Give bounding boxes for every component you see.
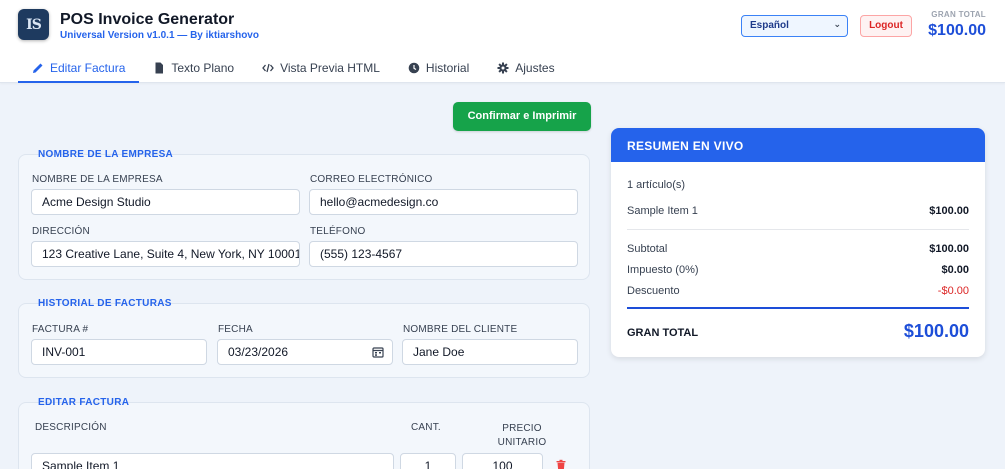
company-name-input[interactable]: Acme Design Studio bbox=[31, 189, 300, 215]
date-input[interactable]: 03/23/2026 bbox=[217, 339, 393, 365]
tab-ajustes[interactable]: Ajustes bbox=[483, 58, 568, 83]
app-subtitle: Universal Version v1.0.1 — By iktiarshov… bbox=[60, 30, 259, 41]
tab-label: Ajustes bbox=[515, 61, 555, 75]
header-grand-total-value: $100.00 bbox=[928, 22, 986, 39]
phone-input[interactable]: (555) 123-4567 bbox=[309, 241, 578, 267]
date-label: FECHA bbox=[218, 324, 253, 335]
discount-value: -$0.00 bbox=[937, 285, 969, 297]
pencil-icon bbox=[33, 63, 43, 73]
document-icon bbox=[155, 62, 164, 74]
tab-vista-previa-html[interactable]: Vista Previa HTML bbox=[248, 58, 394, 83]
summary-total-divider bbox=[627, 307, 969, 309]
col-qty-header: CANT. bbox=[411, 422, 441, 433]
chevron-down-icon: ⌄ bbox=[833, 19, 841, 29]
email-input[interactable]: hello@acmedesign.co bbox=[309, 189, 578, 215]
logo-text: IS bbox=[26, 16, 42, 33]
client-name-label: NOMBRE DEL CLIENTE bbox=[403, 324, 518, 335]
company-section: NOMBRE DE LA EMPRESA NOMBRE DE LA EMPRES… bbox=[18, 149, 590, 280]
invoice-number-input[interactable]: INV-001 bbox=[31, 339, 207, 365]
tab-label: Texto Plano bbox=[171, 61, 235, 75]
client-name-input[interactable]: Jane Doe bbox=[402, 339, 578, 365]
tab-editar-factura[interactable]: Editar Factura bbox=[18, 58, 140, 83]
item-description-input[interactable]: Sample Item 1 bbox=[31, 453, 394, 469]
tab-label: Vista Previa HTML bbox=[280, 61, 380, 75]
tax-value: $0.00 bbox=[941, 264, 969, 276]
tab-historial[interactable]: Historial bbox=[394, 58, 483, 83]
subtotal-label: Subtotal bbox=[627, 243, 668, 255]
summary-tax-row: Impuesto (0%) $0.00 bbox=[627, 264, 969, 276]
item-price-input[interactable]: 100 bbox=[462, 453, 543, 469]
tab-texto-plano[interactable]: Texto Plano bbox=[139, 58, 248, 83]
line-item-name: Sample Item 1 bbox=[627, 205, 698, 217]
item-qty-input[interactable]: 1 bbox=[400, 453, 456, 469]
discount-label: Descuento bbox=[627, 285, 680, 297]
summary-item-count: 1 artículo(s) bbox=[627, 179, 969, 191]
col-price-header: PRECIO UNITARIO bbox=[497, 423, 547, 448]
items-section: EDITAR FACTURA DESCRIPCIÓN CANT. PRECIO … bbox=[18, 397, 590, 469]
invoice-number-label: FACTURA # bbox=[32, 324, 89, 335]
header-grand-total-label: GRAN TOTAL bbox=[931, 10, 986, 19]
tab-bar: Editar Factura Texto Plano Vista Previa … bbox=[18, 58, 569, 83]
summary-total-value: $100.00 bbox=[903, 321, 969, 341]
company-name-label: NOMBRE DE LA EMPRESA bbox=[32, 174, 163, 185]
language-select[interactable]: Español ⌄ bbox=[741, 15, 848, 37]
summary-title: RESUMEN EN VIVO bbox=[611, 128, 985, 162]
logout-button[interactable]: Logout bbox=[860, 15, 912, 37]
summary-divider bbox=[627, 229, 969, 230]
subtotal-value: $100.00 bbox=[929, 243, 969, 255]
trash-icon[interactable] bbox=[555, 459, 567, 469]
summary-line-item: Sample Item 1 $100.00 bbox=[627, 205, 969, 217]
summary-total-label: GRAN TOTAL bbox=[627, 327, 699, 339]
address-input[interactable]: 123 Creative Lane, Suite 4, New York, NY… bbox=[31, 241, 300, 267]
app-header: IS POS Invoice Generator Universal Versi… bbox=[0, 0, 1005, 83]
language-value: Español bbox=[750, 20, 789, 31]
invoice-meta-section: HISTORIAL DE FACTURAS FACTURA # INV-001 … bbox=[18, 298, 590, 378]
col-description-header: DESCRIPCIÓN bbox=[35, 422, 107, 433]
clock-icon bbox=[408, 62, 420, 74]
tab-label: Editar Factura bbox=[50, 61, 126, 75]
code-icon bbox=[262, 63, 274, 73]
live-summary-panel: RESUMEN EN VIVO 1 artículo(s) Sample Ite… bbox=[611, 128, 985, 357]
phone-label: TELÉFONO bbox=[310, 226, 366, 237]
section-title: NOMBRE DE LA EMPRESA bbox=[38, 149, 174, 160]
gear-icon bbox=[497, 62, 509, 74]
item-count-text: 1 artículo(s) bbox=[627, 179, 686, 191]
address-label: DIRECCIÓN bbox=[32, 226, 90, 237]
summary-subtotal-row: Subtotal $100.00 bbox=[627, 243, 969, 255]
tab-label: Historial bbox=[425, 61, 470, 75]
calendar-icon[interactable] bbox=[372, 346, 384, 358]
confirm-print-button[interactable]: Confirmar e Imprimir bbox=[453, 102, 591, 131]
line-item-amount: $100.00 bbox=[929, 205, 969, 217]
email-label: CORREO ELECTRÓNICO bbox=[310, 174, 433, 185]
app-title: POS Invoice Generator bbox=[60, 11, 235, 28]
section-title: EDITAR FACTURA bbox=[38, 397, 130, 408]
date-value: 03/23/2026 bbox=[228, 345, 289, 359]
section-title: HISTORIAL DE FACTURAS bbox=[38, 298, 172, 309]
app-logo: IS bbox=[18, 9, 49, 40]
tax-label: Impuesto (0%) bbox=[627, 264, 699, 276]
summary-discount-row: Descuento -$0.00 bbox=[627, 285, 969, 297]
